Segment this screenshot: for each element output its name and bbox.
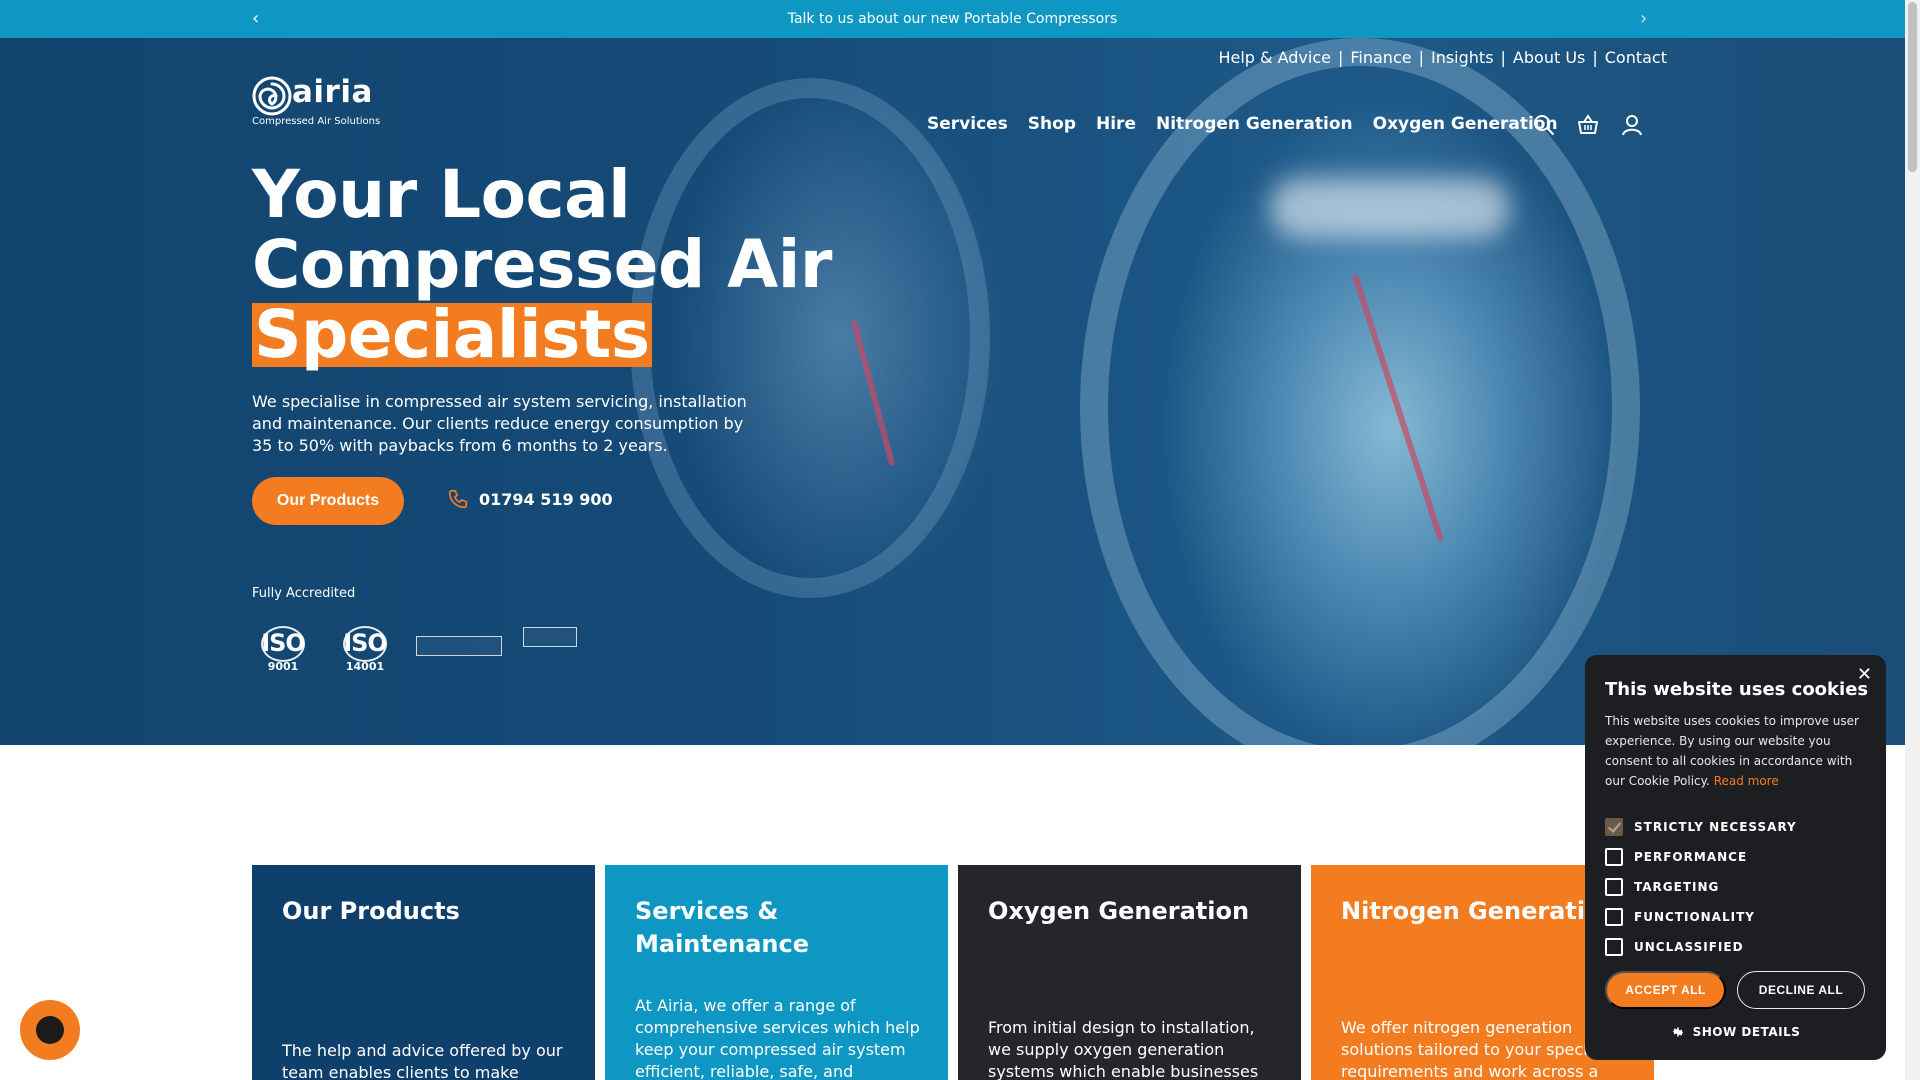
- chat-launcher-button[interactable]: [20, 1000, 80, 1060]
- card-title: Our Products: [282, 897, 460, 925]
- hero-title-highlight: Specialists: [252, 296, 652, 373]
- card-our-products[interactable]: Our Products The help and advice offered…: [252, 865, 595, 1080]
- announcement-bar: ‹ Talk to us about our new Portable Comp…: [0, 0, 1905, 38]
- cookie-consent-panel: ✕ This website uses cookies This website…: [1585, 655, 1886, 1060]
- user-icon[interactable]: [1620, 113, 1644, 137]
- cookie-option-unclassified[interactable]: UNCLASSIFIED: [1605, 938, 1744, 956]
- chevron-right-icon[interactable]: ›: [1640, 9, 1647, 29]
- show-details-toggle[interactable]: SHOW DETAILS: [1585, 1025, 1886, 1039]
- card-text: At Airia, we offer a range of comprehens…: [635, 996, 920, 1080]
- accreditation-label: Fully Accredited: [252, 586, 356, 601]
- divider: |: [1337, 48, 1344, 67]
- page-scrollbar[interactable]: [1905, 0, 1920, 1080]
- iso-14001-badge: ISO 14001: [337, 624, 393, 682]
- checkbox[interactable]: [1605, 848, 1623, 866]
- accept-all-button[interactable]: ACCEPT ALL: [1605, 971, 1726, 1009]
- divider: |: [1500, 48, 1506, 67]
- checkbox[interactable]: [1605, 878, 1623, 896]
- util-link-insights[interactable]: Insights: [1431, 48, 1494, 67]
- header-icons: [1532, 113, 1644, 137]
- card-oxygen-generation[interactable]: Oxygen Generation From initial design to…: [958, 865, 1301, 1080]
- gauge-glare: [1270, 178, 1510, 238]
- scrollbar-thumb[interactable]: [1908, 2, 1917, 172]
- logo-swirl-icon: [252, 76, 292, 116]
- divider: |: [1418, 48, 1424, 67]
- show-details-label: SHOW DETAILS: [1692, 1025, 1801, 1039]
- nav-hire[interactable]: Hire: [1096, 114, 1136, 134]
- phone-number: 01794 519 900: [479, 489, 613, 509]
- search-icon[interactable]: [1532, 113, 1556, 137]
- hero-description: We specialise in compressed air system s…: [252, 392, 747, 455]
- basket-icon[interactable]: [1576, 113, 1600, 137]
- hero-title-line2: Compressed Air: [252, 226, 832, 303]
- util-link-help[interactable]: Help & Advice: [1218, 48, 1331, 67]
- nav-oxygen[interactable]: Oxygen Generation: [1373, 114, 1558, 134]
- iso-9001-badge: ISO 9001: [255, 624, 311, 682]
- util-link-about[interactable]: About Us: [1513, 48, 1585, 67]
- util-link-finance[interactable]: Finance: [1350, 48, 1411, 67]
- cookie-title: This website uses cookies: [1605, 679, 1869, 700]
- cookie-option-label: FUNCTIONALITY: [1634, 910, 1755, 924]
- card-title: Oxygen Generation: [988, 897, 1250, 925]
- cookie-option-performance[interactable]: PERFORMANCE: [1605, 848, 1747, 866]
- checkbox-checked[interactable]: [1605, 818, 1623, 836]
- phone-icon: [448, 489, 468, 509]
- chat-icon: [36, 1016, 64, 1044]
- checkbox[interactable]: [1605, 938, 1623, 956]
- cookie-option-functionality[interactable]: FUNCTIONALITY: [1605, 908, 1755, 926]
- card-services-maintenance[interactable]: Services & Maintenance At Airia, we offe…: [605, 865, 948, 1080]
- announcement-text[interactable]: Talk to us about our new Portable Compre…: [788, 11, 1118, 27]
- gauge-background: [1080, 38, 1640, 745]
- card-text: The help and advice offered by our team …: [282, 1041, 563, 1080]
- util-link-contact[interactable]: Contact: [1605, 48, 1667, 67]
- cookie-option-label: UNCLASSIFIED: [1634, 940, 1744, 954]
- phone-link[interactable]: 01794 519 900: [447, 488, 613, 510]
- utility-nav: Help & Advice | Finance | Insights | Abo…: [1218, 48, 1667, 67]
- nav-nitrogen[interactable]: Nitrogen Generation: [1156, 114, 1353, 134]
- accreditation-logo-placeholder: [523, 627, 577, 647]
- iso-number: 14001: [345, 660, 385, 673]
- chevron-left-icon[interactable]: ‹: [252, 9, 259, 29]
- nav-services[interactable]: Services: [927, 114, 1008, 134]
- our-products-button[interactable]: Our Products: [252, 477, 404, 525]
- card-text: From initial design to installation, we …: [988, 1018, 1259, 1080]
- cookie-option-label: STRICTLY NECESSARY: [1634, 820, 1797, 834]
- logo-tagline: Compressed Air Solutions: [252, 116, 381, 127]
- iso-word: ISO: [343, 629, 388, 657]
- iso-number: 9001: [267, 660, 299, 673]
- logo-wordmark: airia: [292, 74, 373, 110]
- main-nav: Services Shop Hire Nitrogen Generation O…: [927, 114, 1558, 134]
- checkbox[interactable]: [1605, 908, 1623, 926]
- accreditation-logo-placeholder: [416, 636, 502, 656]
- cookie-option-label: TARGETING: [1634, 880, 1720, 894]
- hero-title-line1: Your Local: [252, 156, 631, 233]
- cookie-option-label: PERFORMANCE: [1634, 850, 1748, 864]
- cookie-body: This website uses cookies to improve use…: [1605, 711, 1869, 791]
- divider: |: [1592, 48, 1598, 67]
- cookie-option-strictly-necessary[interactable]: STRICTLY NECESSARY: [1605, 818, 1797, 836]
- nav-shop[interactable]: Shop: [1028, 114, 1076, 134]
- hero-title: Your Local Compressed Air Specialists: [252, 160, 832, 370]
- read-more-link[interactable]: Read more: [1714, 774, 1779, 788]
- card-title: Nitrogen Generation: [1341, 897, 1619, 925]
- iso-word: ISO: [261, 629, 306, 657]
- decline-all-button[interactable]: DECLINE ALL: [1737, 971, 1865, 1009]
- feature-cards: Our Products The help and advice offered…: [252, 865, 1654, 1080]
- site-logo[interactable]: airia Compressed Air Solutions: [252, 74, 382, 128]
- cookie-option-targeting[interactable]: TARGETING: [1605, 878, 1719, 896]
- card-title: Services & Maintenance: [635, 897, 810, 958]
- gear-icon: [1672, 1027, 1683, 1037]
